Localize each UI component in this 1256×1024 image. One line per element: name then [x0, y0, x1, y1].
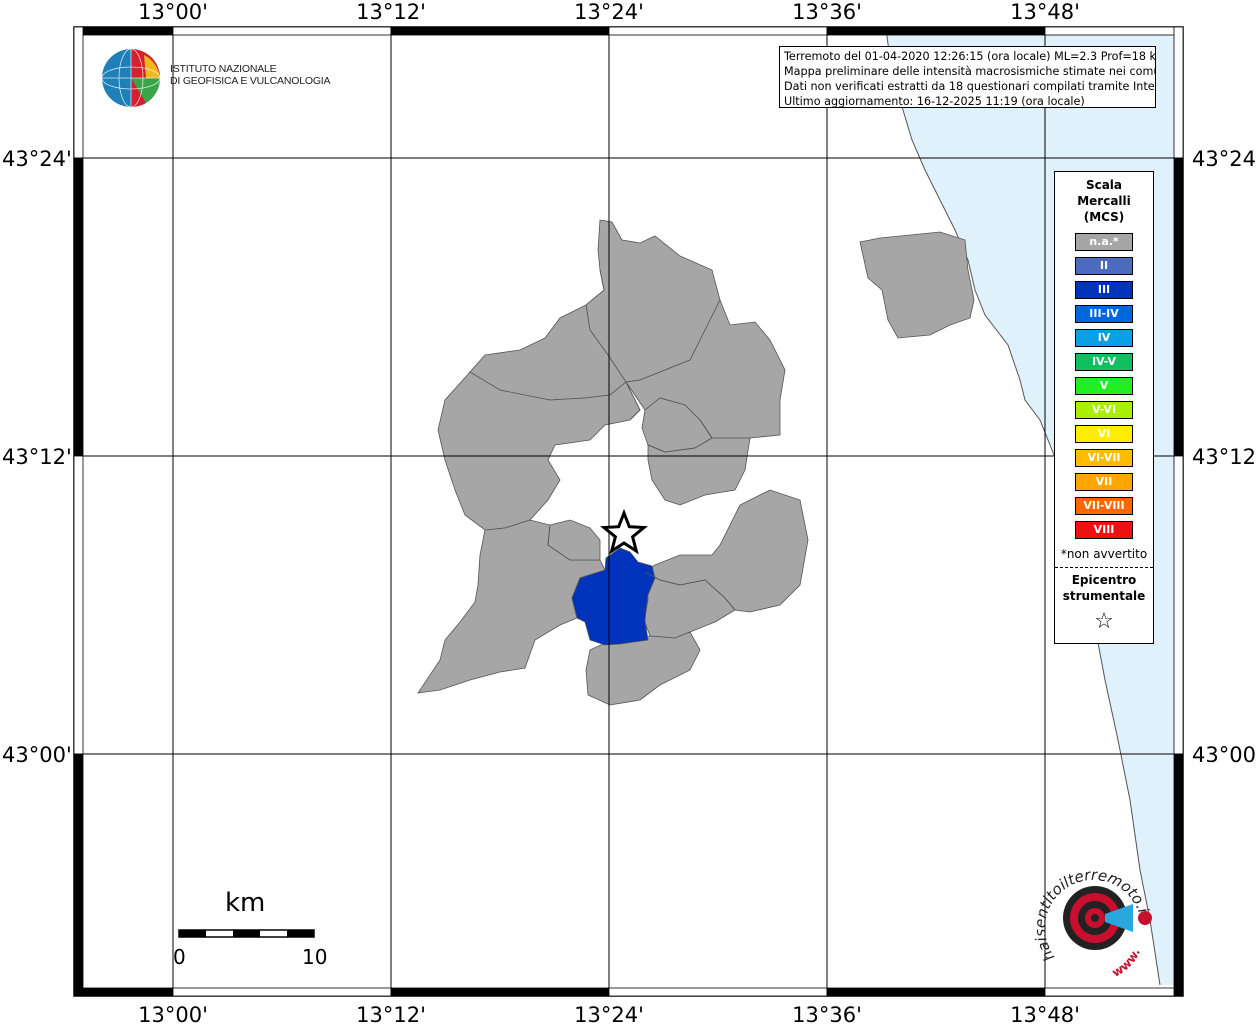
intensity-legend: Scala Mercalli (MCS) n.a.* II III III-IV IV I… — [1054, 171, 1154, 644]
frame-bar-segment — [73, 157, 84, 457]
event-info-line: Dati non verificati estratti da 18 quest… — [784, 80, 1156, 93]
frame-bar-segment — [826, 26, 1046, 36]
ingv-name-line2: DI GEOFISICA E VULCANOLOGIA — [170, 75, 331, 87]
longitude-tick-top: 13°48' — [1010, 0, 1080, 24]
haisentito-logo-url: www. — [1109, 946, 1143, 980]
legend-epicenter-line: strumentale — [1062, 589, 1146, 603]
longitude-tick-bottom: 13°12' — [356, 1003, 426, 1024]
longitude-tick-bottom: 13°48' — [1010, 1003, 1080, 1024]
longitude-tick-bottom: 13°24' — [574, 1003, 644, 1024]
legend-item: V — [1075, 377, 1133, 395]
frame-bar-segment — [1044, 987, 1184, 997]
latitude-tick-right: 43°24' — [1192, 147, 1256, 171]
frame-bar-segment — [73, 987, 174, 997]
svg-text:www.: www. — [1109, 946, 1143, 980]
frame-bar-segment — [1173, 26, 1184, 159]
frame-bar-segment — [608, 26, 828, 36]
event-info-box: Terremoto del 01-04-2020 12:26:15 (ora l… — [779, 46, 1156, 108]
legend-title-line: (MCS) — [1083, 210, 1125, 224]
legend-epicenter-star-icon: ☆ — [1094, 609, 1114, 634]
frame-bar-segment — [390, 26, 610, 36]
legend-item: VI — [1075, 425, 1133, 443]
legend-item: II — [1075, 257, 1133, 275]
frame-bar-segment — [1173, 753, 1184, 997]
longitude-tick-top: 13°00' — [138, 0, 208, 24]
longitude-tick-top: 13°36' — [792, 0, 862, 24]
longitude-tick-bottom: 13°00' — [138, 1003, 208, 1024]
event-info-line: Ultimo aggiornamento: 16-12-2025 11:19 (… — [784, 95, 1085, 108]
legend-item: VII — [1075, 473, 1133, 491]
legend-title: Scala Mercalli (MCS) — [1055, 177, 1153, 225]
legend-item: n.a.* — [1075, 233, 1133, 251]
frame-bar-segment — [1173, 157, 1184, 457]
legend-item: III — [1075, 281, 1133, 299]
longitude-tick-top: 13°12' — [356, 0, 426, 24]
latitude-tick-left: 43°00' — [2, 743, 72, 767]
legend-item: IV — [1075, 329, 1133, 347]
event-info-line: Terremoto del 01-04-2020 12:26:15 (ora l… — [784, 50, 1156, 63]
scale-bar-graphic: 0 10 — [173, 929, 327, 969]
legend-items: n.a.* II III III-IV IV IV-V V V-VI VI VI-VII VII VI… — [1055, 233, 1153, 539]
legend-epicenter-line: Epicentro — [1071, 573, 1137, 587]
legend-item: III-IV — [1075, 305, 1133, 323]
legend-title-line: Scala — [1085, 178, 1123, 192]
latitude-tick-right: 43°00' — [1192, 743, 1256, 767]
legend-item: VII-VIII — [1075, 497, 1133, 515]
frame-bar-segment — [172, 987, 392, 997]
frame-bar-segment — [73, 26, 84, 159]
frame-bar-segment — [390, 987, 610, 997]
legend-divider — [1055, 567, 1153, 568]
frame-bar-segment — [1173, 455, 1184, 755]
legend-title-line: Mercalli — [1077, 194, 1131, 208]
ingv-name-line1: ISTITUTO NAZIONALE — [170, 63, 277, 75]
legend-item: IV-V — [1075, 353, 1133, 371]
frame-bar-segment — [73, 753, 84, 997]
frame-bar-segment — [1044, 26, 1184, 36]
epicenter-star — [600, 508, 648, 555]
ingv-globe-icon — [101, 48, 161, 108]
latitude-tick-left: 43°12' — [2, 445, 72, 469]
municipality-polygons — [417, 219, 975, 706]
legend-item: V-VI — [1075, 401, 1133, 419]
scale-bar: km 0 10 — [170, 888, 340, 978]
frame-bar-segment — [73, 26, 174, 36]
scale-bar-start: 0 — [173, 945, 186, 969]
event-info-line: Mappa preliminare delle intensità macros… — [784, 65, 1156, 78]
latitude-tick-left: 43°24' — [2, 147, 72, 171]
frame-bar-segment — [73, 455, 84, 755]
ingv-logo: ISTITUTO NAZIONALE DI GEOFISICA E VULCAN… — [100, 47, 331, 111]
legend-note: *non avvertito — [1060, 547, 1148, 561]
longitude-tick-top: 13°24' — [574, 0, 644, 24]
haisentito-target-icon: haisentitoilterremoto.it www. — [1031, 866, 1154, 980]
municipality-coastal-north — [859, 231, 975, 339]
frame-bar-segment — [608, 987, 828, 997]
latitude-tick-right: 43°12' — [1192, 445, 1256, 469]
legend-item: VI-VII — [1075, 449, 1133, 467]
frame-bar-segment — [826, 987, 1046, 997]
scale-bar-end: 10 — [302, 945, 327, 969]
frame-bar-segment — [172, 26, 392, 36]
legend-item: VIII — [1075, 521, 1133, 539]
ingv-name: ISTITUTO NAZIONALE DI GEOFISICA E VULCAN… — [170, 63, 331, 87]
longitude-tick-bottom: 13°36' — [792, 1003, 862, 1024]
legend-epicenter-label: Epicentro strumentale — [1055, 572, 1153, 604]
haisentito-logo: haisentitoilterremoto.it www. — [1031, 862, 1173, 982]
